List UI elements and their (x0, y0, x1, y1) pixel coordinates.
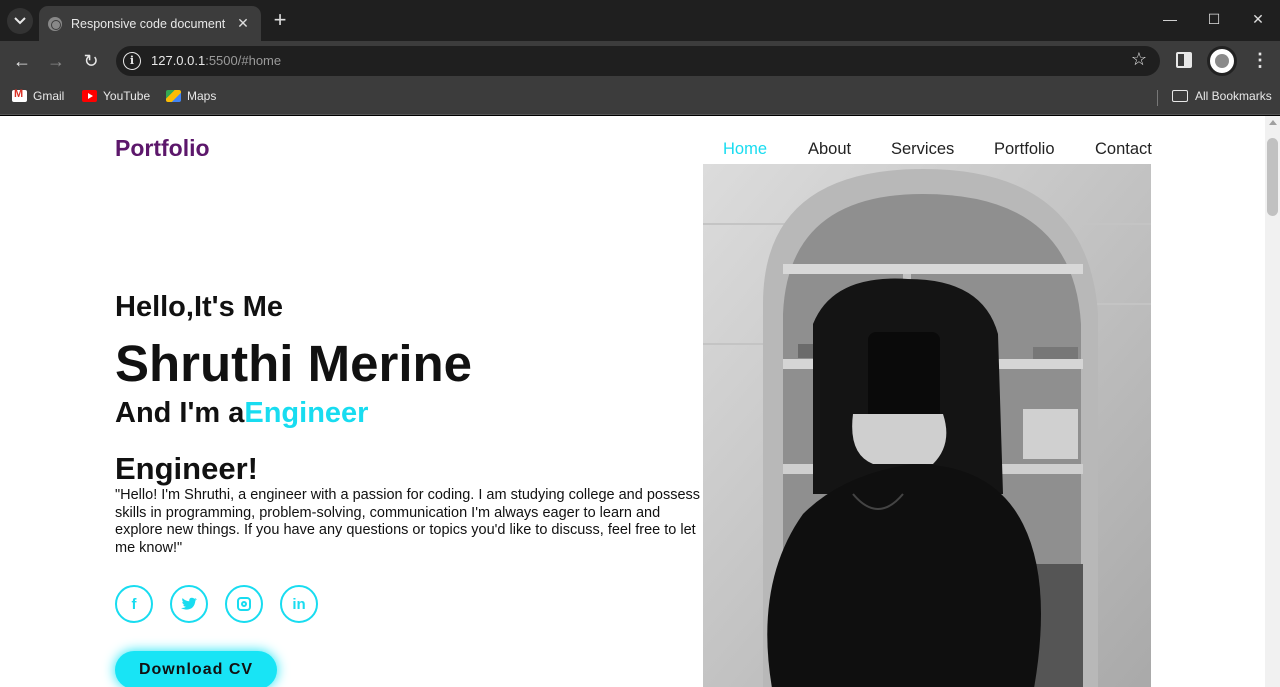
chevron-down-icon (14, 17, 26, 25)
scroll-up-arrow-icon[interactable] (1269, 120, 1277, 125)
linkedin-button[interactable]: in (280, 585, 318, 623)
nav-home[interactable]: Home (723, 140, 767, 159)
bookmark-label: YouTube (103, 89, 151, 103)
youtube-icon (82, 90, 97, 102)
instagram-button[interactable] (225, 585, 263, 623)
globe-icon (48, 16, 62, 31)
download-cv-button[interactable]: Download CV (115, 651, 277, 687)
profile-avatar[interactable] (1207, 46, 1237, 76)
hero-name: Shruthi Merine (115, 335, 473, 392)
gmail-icon (12, 88, 27, 102)
url-path: :5500/#home (205, 53, 282, 68)
page-scrollbar[interactable] (1265, 116, 1280, 687)
tab-strip: Responsive code document ✕ + — ☐ ✕ (0, 0, 1280, 41)
site-info-icon[interactable]: i (123, 52, 141, 70)
bookmark-label: Maps (187, 89, 217, 103)
folder-icon (1172, 90, 1188, 102)
browser-toolbar: ← → ↻ i 127.0.0.1:5500/#home ☆ ⋮ (0, 41, 1280, 81)
hero-greeting: Hello,It's Me (115, 291, 284, 323)
address-bar[interactable]: i 127.0.0.1:5500/#home ☆ (116, 46, 1160, 76)
page-viewport: Portfolio Home About Services Portfolio … (0, 116, 1265, 687)
back-icon[interactable]: ← (10, 49, 34, 73)
side-panel-icon[interactable] (1176, 52, 1192, 68)
nav-services[interactable]: Services (891, 140, 954, 159)
hero-subheading: Engineer! (115, 451, 258, 486)
all-bookmarks-label: All Bookmarks (1195, 89, 1272, 103)
new-tab-button[interactable]: + (268, 9, 292, 33)
url-host: 127.0.0.1 (151, 53, 206, 68)
tab-title: Responsive code document (71, 16, 226, 31)
browser-tab[interactable]: Responsive code document ✕ (39, 6, 261, 41)
minimize-button[interactable]: — (1148, 0, 1192, 38)
close-window-button[interactable]: ✕ (1236, 0, 1280, 38)
reload-icon[interactable]: ↻ (79, 49, 103, 73)
hero-role-prefix: And I'm a (115, 397, 245, 429)
facebook-button[interactable]: f (115, 585, 153, 623)
bookmark-label: Gmail (33, 89, 65, 103)
hero-role: And I'm aEngineer (115, 397, 368, 430)
avatar-image (1215, 54, 1229, 68)
profile-photo (703, 164, 1151, 687)
instagram-icon (237, 597, 251, 611)
scrollbar-thumb[interactable] (1267, 138, 1278, 216)
bookmarks-bar: Gmail YouTube Maps All Bookmarks (0, 81, 1280, 115)
maximize-button[interactable]: ☐ (1192, 0, 1236, 38)
close-tab-icon[interactable]: ✕ (234, 15, 252, 32)
twitter-icon (181, 597, 197, 610)
facebook-icon: f (131, 595, 137, 613)
nav-about[interactable]: About (808, 140, 851, 159)
menu-kebab-icon[interactable]: ⋮ (1250, 49, 1270, 73)
bookmark-star-icon[interactable]: ☆ (1131, 49, 1147, 70)
nav-contact[interactable]: Contact (1095, 140, 1152, 159)
hero-role-accent: Engineer (244, 397, 369, 429)
site-logo[interactable]: Portfolio (115, 135, 210, 162)
bookmark-gmail[interactable]: Gmail (12, 88, 65, 103)
bookmark-maps[interactable]: Maps (166, 89, 216, 103)
nav-portfolio[interactable]: Portfolio (994, 140, 1055, 159)
maps-icon (166, 90, 181, 102)
all-bookmarks-button[interactable]: All Bookmarks (1172, 89, 1272, 103)
profile-photo-illustration (703, 164, 1151, 687)
linkedin-icon: in (292, 595, 306, 613)
forward-icon[interactable]: → (44, 49, 68, 73)
bookmarks-divider (1157, 90, 1158, 106)
twitter-button[interactable] (170, 585, 208, 623)
hero-about-text: "Hello! I'm Shruthi, a engineer with a p… (115, 487, 701, 556)
bookmark-youtube[interactable]: YouTube (82, 89, 150, 103)
tab-search-button[interactable] (7, 8, 33, 34)
url-text: 127.0.0.1:5500/#home (151, 53, 281, 68)
